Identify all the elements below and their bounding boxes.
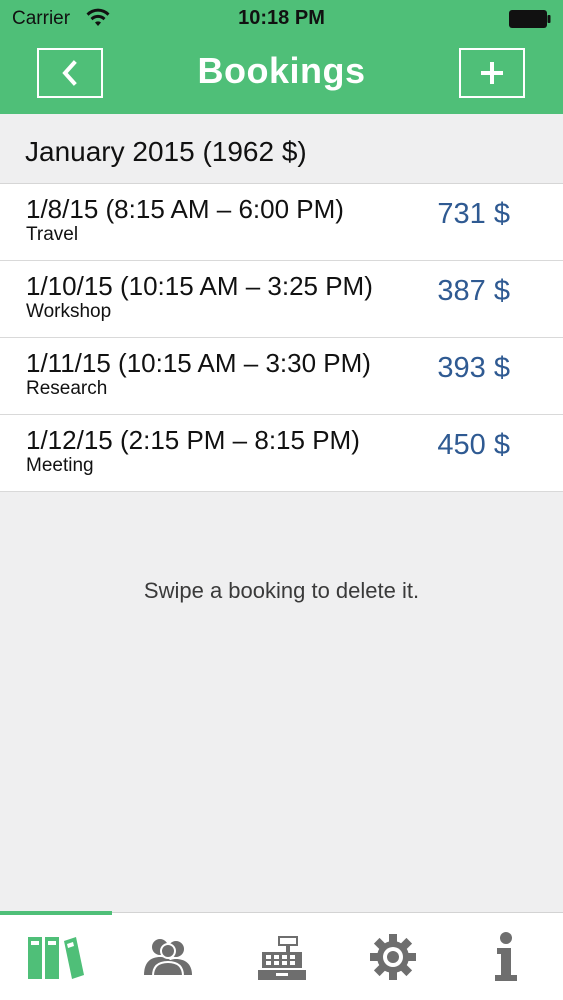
booking-amount: 387 $ <box>437 275 510 307</box>
info-icon <box>495 931 517 981</box>
month-section-header: January 2015 (1962 $) <box>0 114 563 184</box>
booking-datetime: 1/11/15 (10:15 AM – 3:30 PM) <box>26 348 371 378</box>
booking-amount: 450 $ <box>437 429 510 461</box>
booking-category: Meeting <box>26 455 94 476</box>
month-summary: January 2015 (1962 $) <box>25 136 307 167</box>
tab-bar <box>0 911 563 1000</box>
booking-row[interactable]: 1/10/15 (10:15 AM – 3:25 PM) Workshop 38… <box>0 261 563 338</box>
battery-icon <box>509 10 551 28</box>
tab-cash-register[interactable] <box>225 913 337 1000</box>
add-booking-button[interactable] <box>459 48 525 98</box>
people-icon <box>144 938 192 977</box>
binders-icon <box>28 936 84 979</box>
booking-category: Travel <box>26 224 79 245</box>
nav-header: Carrier 10:18 PM Bookings <box>0 0 563 114</box>
tab-people[interactable] <box>112 913 224 1000</box>
status-bar: Carrier 10:18 PM <box>0 0 563 38</box>
booking-datetime: 1/8/15 (8:15 AM – 6:00 PM) <box>26 194 344 224</box>
booking-datetime: 1/12/15 (2:15 PM – 8:15 PM) <box>26 425 360 455</box>
tab-bookings[interactable] <box>0 911 112 1000</box>
tab-info[interactable] <box>450 913 562 1000</box>
swipe-hint: Swipe a booking to delete it. <box>143 578 420 603</box>
booking-category: Workshop <box>26 301 112 322</box>
booking-row[interactable]: 1/12/15 (2:15 PM – 8:15 PM) Meeting 450 … <box>0 415 563 492</box>
plus-icon <box>481 62 503 84</box>
bookings-list: 1/8/15 (8:15 AM – 6:00 PM) Travel 731 $ … <box>0 184 563 492</box>
gear-icon <box>370 933 416 980</box>
booking-amount: 731 $ <box>437 198 510 230</box>
booking-datetime: 1/10/15 (10:15 AM – 3:25 PM) <box>26 271 373 301</box>
booking-category: Research <box>26 378 108 399</box>
booking-amount: 393 $ <box>437 352 510 384</box>
booking-row[interactable]: 1/11/15 (10:15 AM – 3:30 PM) Research 39… <box>0 338 563 415</box>
tab-settings[interactable] <box>337 913 449 1000</box>
cash-register-icon <box>258 935 306 980</box>
clock: 10:18 PM <box>238 7 325 29</box>
booking-row[interactable]: 1/8/15 (8:15 AM – 6:00 PM) Travel 731 $ <box>0 184 563 261</box>
